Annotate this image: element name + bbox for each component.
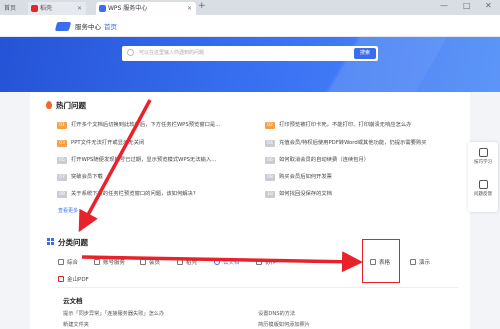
maximize-button[interactable]: □: [463, 1, 471, 10]
question-text: 打开WPS随便发现帐号已过期，显示预览模式WPS无法输入...: [71, 157, 217, 163]
tab-wps-service-label: WPS 服务中心: [108, 5, 148, 12]
hot-question-03[interactable]: 03 PPT文件无法打开或显示无关闭: [57, 138, 144, 147]
rank-badge: 02: [265, 122, 275, 129]
question-text: 充值会员/特权后使用PDF转Word或其他功能，仍提示需要购买: [279, 140, 427, 146]
hot-question-04[interactable]: 04 充值会员/特权后使用PDF转Word或其他功能，仍提示需要购买: [265, 138, 427, 147]
rank-badge: 08: [265, 174, 275, 181]
category-cloud-docs[interactable]: 云文档: [214, 258, 240, 266]
hot-question-10[interactable]: 10 如何找回没保存的文档: [265, 189, 332, 198]
hot-question-02[interactable]: 02 打印预览被打印卡死，不能打印、打印崩溃无响应怎么办: [265, 120, 411, 129]
hot-question-06[interactable]: 06 如何取消会员的自动续费（连续包月）: [265, 155, 369, 164]
collab-icon: [256, 259, 262, 265]
cloud-question[interactable]: 设置DNS的方法: [258, 310, 295, 317]
tab-wps-service[interactable]: WPS 服务中心 ✕: [96, 2, 196, 15]
search-button[interactable]: 搜索: [354, 48, 376, 59]
rank-badge: 07: [57, 174, 67, 181]
rank-badge: 04: [265, 140, 275, 147]
daoke-icon: [31, 5, 38, 12]
category-account[interactable]: 账号服务: [94, 258, 125, 266]
search-icon: [127, 49, 134, 56]
category-daoke[interactable]: 稻壳: [177, 258, 197, 266]
cloud-icon: [214, 259, 220, 265]
minimize-button[interactable]: —: [440, 1, 448, 10]
hot-question-08[interactable]: 08 购买会员后如何开发票: [265, 172, 332, 181]
category-label: 演示: [419, 260, 431, 266]
presentation-icon: [410, 259, 416, 265]
category-questions-title: 分类问题: [58, 238, 88, 247]
category-general[interactable]: 综合: [58, 258, 78, 266]
tab-home[interactable]: 首页: [0, 2, 28, 15]
question-text: 如何取消会员的自动续费（连续包月）: [279, 157, 370, 163]
close-icon[interactable]: ✕: [77, 2, 82, 15]
tab-daoke[interactable]: 稻壳 ✕: [28, 2, 86, 15]
view-more-link[interactable]: 查看更多: [58, 207, 78, 214]
rank-badge: 10: [265, 191, 275, 198]
search-box: 可以在这里输入你遇到的问题 搜索: [122, 46, 378, 61]
search-input[interactable]: 可以在这里输入你遇到的问题: [139, 49, 204, 56]
hot-questions-title: 热门问题: [56, 101, 86, 110]
category-member[interactable]: 会员: [140, 258, 160, 266]
hot-question-07[interactable]: 07 突破会员下载: [57, 172, 103, 181]
category-grid-icon: [47, 238, 54, 245]
feedback-label: 问题反馈: [474, 192, 492, 197]
hot-question-05[interactable]: 05 打开WPS随便发现帐号已过期，显示预览模式WPS无法输入...: [57, 155, 216, 164]
skill-learning-label: 技巧学习: [474, 160, 492, 165]
highlight-box: [362, 239, 400, 283]
rank-badge: 01: [57, 122, 67, 129]
hot-question-09[interactable]: 09 关于系统下方的任务栏预览窗口的问题，该如何解决?: [57, 189, 196, 198]
tab-bar: 首页 稻壳 ✕ WPS 服务中心 ✕ + — □ ✕: [0, 0, 500, 15]
nav-home[interactable]: 首页: [104, 21, 117, 39]
question-text: PPT文件无法打开或显示无关闭: [71, 140, 145, 146]
question-text: 关于系统下方的任务栏预览窗口的问题，该如何解决?: [71, 191, 196, 197]
close-icon[interactable]: ✕: [187, 2, 192, 15]
category-label: 云文档: [223, 260, 240, 266]
rank-badge: 05: [57, 157, 67, 164]
question-text: 如何找回没保存的文档: [279, 191, 332, 197]
category-pdf[interactable]: 金山PDF: [58, 275, 89, 283]
category-presentation[interactable]: 演示: [410, 258, 430, 266]
pdf-icon: [58, 276, 64, 282]
divider: [58, 287, 458, 288]
account-icon: [94, 259, 100, 265]
cloud-question[interactable]: 简历模版如何添加照片: [258, 321, 310, 328]
rank-badge: 03: [57, 140, 67, 147]
wps-icon: [99, 5, 106, 12]
category-label: 会员: [149, 260, 161, 266]
category-label: 综合: [67, 260, 79, 266]
graduation-cap-icon: [478, 148, 488, 157]
category-collab[interactable]: 协作: [256, 258, 276, 266]
flame-icon: [46, 101, 52, 109]
member-icon: [140, 259, 146, 265]
question-text: 突破会员下载: [71, 174, 103, 180]
window-close-button[interactable]: ✕: [485, 1, 492, 10]
cloud-docs-section-title: 云文档: [63, 297, 83, 305]
daoke-category-icon: [177, 259, 183, 265]
feedback-button[interactable]: 问题反馈: [468, 180, 498, 197]
service-center-title: 服务中心: [75, 23, 101, 31]
site-header: 服务中心 首页: [0, 15, 500, 39]
rank-badge: 06: [265, 157, 275, 164]
question-text: 打开多个文档后切换到此软件后，下方任务栏WPS预览窗口是...: [71, 122, 221, 128]
hot-question-01[interactable]: 01 打开多个文档后切换到此软件后，下方任务栏WPS预览窗口是...: [57, 120, 220, 129]
feedback-icon: [478, 180, 488, 189]
skill-learning-button[interactable]: 技巧学习: [468, 148, 498, 165]
cloud-question[interactable]: 新建文件夹: [63, 321, 89, 328]
category-label: 协作: [265, 260, 277, 266]
tab-daoke-label: 稻壳: [40, 5, 53, 12]
tab-home-label: 首页: [4, 5, 17, 12]
question-text: 购买会员后如何开发票: [279, 174, 332, 180]
category-label: 稻壳: [186, 260, 198, 266]
general-icon: [58, 259, 64, 265]
category-label: 金山PDF: [67, 277, 89, 283]
category-label: 账号服务: [103, 260, 126, 266]
new-tab-button[interactable]: +: [198, 1, 206, 11]
wps-logo-icon: [54, 22, 72, 31]
question-text: 打印预览被打印卡死，不能打印、打印崩溃无响应怎么办: [279, 122, 412, 128]
cloud-question[interactable]: 提示「同步异常」「连接服务器失败」怎么办: [63, 310, 164, 317]
floating-sidebar: 技巧学习 问题反馈: [468, 142, 498, 212]
rank-badge: 09: [57, 191, 67, 198]
